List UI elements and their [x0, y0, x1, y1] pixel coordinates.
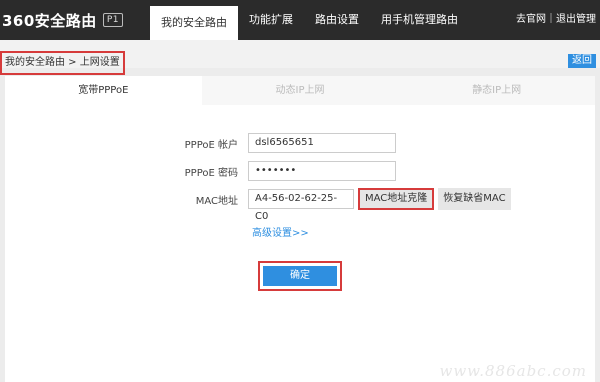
- password-label: PPPoE 密码: [184, 167, 238, 179]
- tab-pppoe[interactable]: 宽带PPPoE: [5, 76, 202, 105]
- nav-extensions[interactable]: 功能扩展: [238, 6, 304, 40]
- mac-clone-button[interactable]: MAC地址克隆: [358, 188, 435, 210]
- tab-dynamic-ip[interactable]: 动态IP上网: [201, 76, 399, 105]
- mac-input[interactable]: A4-56-02-62-25-C0: [248, 189, 354, 222]
- nav-router-settings[interactable]: 路由设置: [304, 6, 370, 40]
- password-input[interactable]: •••••••: [248, 161, 396, 181]
- nav-my-router[interactable]: 我的安全路由: [150, 6, 238, 40]
- connection-tabs: 宽带PPPoE 动态IP上网 静态IP上网: [5, 76, 596, 105]
- confirm-button[interactable]: 确定: [263, 266, 337, 286]
- advanced-settings-link[interactable]: 高级设置>>: [252, 224, 309, 239]
- nav-mobile-manage[interactable]: 用手机管理路由: [370, 6, 469, 40]
- logo-text: 360安全路由: [2, 11, 97, 30]
- tab-static-ip[interactable]: 静态IP上网: [398, 76, 596, 105]
- restore-default-mac-button[interactable]: 恢复缺省MAC: [438, 188, 511, 210]
- watermark-text: www.886abc.com: [439, 362, 587, 380]
- confirm-highlight: 确定: [258, 261, 342, 291]
- main-nav: 我的安全路由 功能扩展 路由设置 用手机管理路由: [150, 6, 469, 40]
- password-row: PPPoE 密码 •••••••: [168, 161, 396, 181]
- brand-logo: 360安全路由 P1: [2, 9, 123, 31]
- breadcrumb: 我的安全路由 > 上网设置: [0, 51, 125, 75]
- logo-badge: P1: [102, 13, 123, 27]
- top-links[interactable]: 去官网｜退出管理: [516, 0, 596, 40]
- account-input[interactable]: dsl6565651: [248, 133, 396, 153]
- back-button[interactable]: 返回: [568, 54, 596, 68]
- mac-label: MAC地址: [195, 195, 238, 207]
- mac-row: MAC地址 A4-56-02-62-25-C0 MAC地址克隆 恢复缺省MAC: [168, 188, 511, 222]
- top-navigation-bar: 360安全路由 P1 我的安全路由 功能扩展 路由设置 用手机管理路由 去官网｜…: [0, 0, 600, 40]
- account-label: PPPoE 帐户: [184, 139, 238, 151]
- account-row: PPPoE 帐户 dsl6565651: [168, 133, 396, 153]
- settings-card: 宽带PPPoE 动态IP上网 静态IP上网 PPPoE 帐户 dsl656565…: [5, 76, 596, 382]
